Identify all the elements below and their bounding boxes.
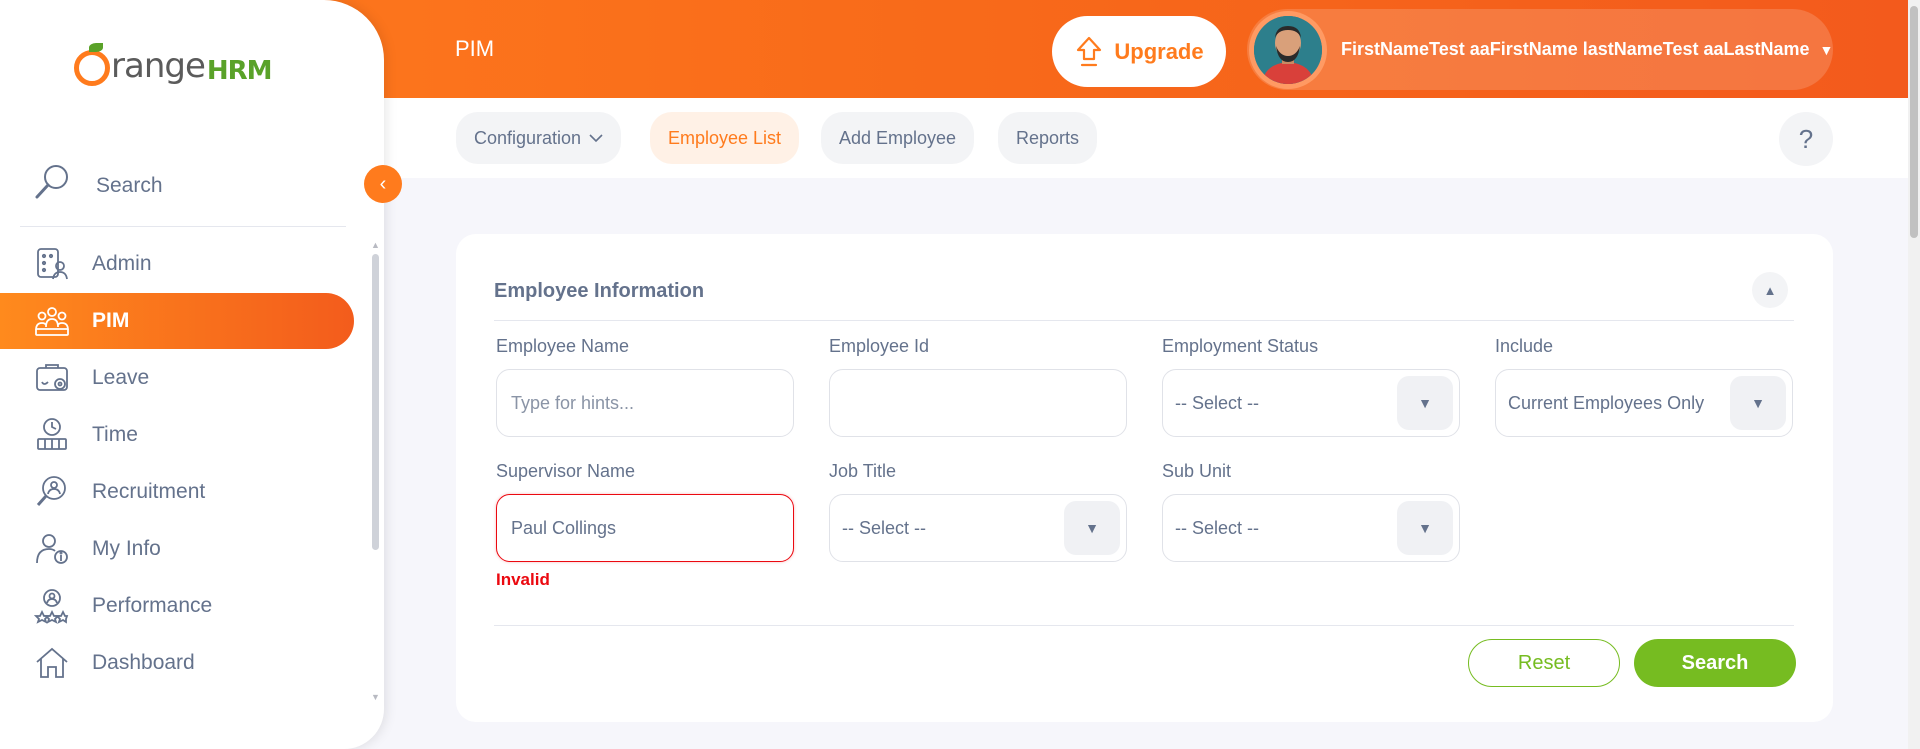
caret-down-icon[interactable]: ▼ — [1730, 376, 1786, 430]
sidebar-item-label: Recruitment — [92, 480, 206, 503]
field-label: Employee Id — [829, 336, 930, 356]
employee-id-field: Employee Id — [829, 336, 1127, 437]
sidebar-menu: Admin PIM Leave Time Recruitment My Info… — [0, 236, 354, 692]
upgrade-button[interactable]: Upgrade — [1052, 16, 1226, 87]
chevron-down-icon — [589, 134, 603, 143]
employment-status-select[interactable]: -- Select -- ▼ — [1162, 369, 1460, 437]
performance-icon — [34, 589, 69, 624]
scroll-up-icon[interactable]: ▲ — [371, 240, 380, 250]
recruitment-icon — [36, 476, 66, 506]
sidebar-collapse-button[interactable]: ‹ — [364, 165, 402, 203]
my-info-icon — [36, 534, 68, 564]
caret-down-icon[interactable]: ▼ — [1397, 376, 1453, 430]
sidebar: range HRM Search Admin PIM Leave Time Re… — [0, 0, 384, 749]
search-button[interactable]: Search — [1634, 639, 1796, 687]
sidebar-item-dashboard[interactable]: Dashboard — [0, 635, 354, 691]
admin-icon — [37, 248, 68, 280]
card-divider — [494, 625, 1794, 626]
supervisor-name-field: Supervisor Name Invalid — [496, 461, 794, 590]
select-value: Current Employees Only — [1508, 392, 1705, 413]
sidebar-item-label: Dashboard — [92, 651, 195, 674]
user-name: FirstNameTest aaFirstName lastNameTest a… — [1341, 39, 1810, 59]
caret-up-icon: ▲ — [1763, 282, 1777, 298]
orangehrm-logo[interactable]: range HRM — [74, 43, 273, 86]
sidebar-item-performance[interactable]: Performance — [0, 578, 354, 634]
field-label: Job Title — [829, 461, 897, 481]
leave-icon — [36, 364, 68, 391]
sidebar-divider — [20, 226, 346, 227]
sidebar-search-label: Search — [96, 174, 163, 197]
employee-id-input[interactable] — [829, 369, 1127, 437]
time-icon — [37, 418, 67, 450]
tab-reports[interactable]: Reports — [998, 112, 1098, 164]
sidebar-item-leave[interactable]: Leave — [0, 350, 354, 406]
sidebar-item-admin[interactable]: Admin — [0, 236, 354, 292]
help-icon: ? — [1798, 123, 1814, 154]
caret-down-icon: ▼ — [1819, 41, 1834, 58]
sub-unit-select[interactable]: -- Select -- ▼ — [1162, 494, 1460, 562]
logo-word: range — [111, 46, 206, 86]
dashboard-icon — [36, 647, 68, 678]
field-label: Employment Status — [1162, 336, 1319, 356]
sidebar-item-recruitment[interactable]: Recruitment — [0, 464, 354, 520]
sidebar-scrollbar[interactable] — [372, 254, 379, 550]
sidebar-search[interactable]: Search — [32, 162, 163, 202]
logo-suffix: HRM — [206, 56, 273, 86]
field-label: Employee Name — [496, 336, 630, 356]
employee-filter-card: Employee Information ▲ Employee Name Emp… — [456, 234, 1833, 722]
orange-logo-icon — [74, 43, 110, 86]
card-divider — [494, 320, 1794, 321]
employee-name-input[interactable] — [496, 369, 794, 437]
scroll-down-icon[interactable]: ▼ — [371, 692, 380, 702]
tab-label: Employee List — [668, 127, 782, 148]
caret-down-icon[interactable]: ▼ — [1064, 501, 1120, 555]
tab-add-employee[interactable]: Add Employee — [821, 112, 975, 164]
card-title: Employee Information — [494, 280, 705, 302]
job-title-field: Job Title -- Select -- ▼ — [829, 461, 1127, 562]
include-select[interactable]: Current Employees Only ▼ — [1495, 369, 1793, 437]
search-icon — [35, 165, 68, 199]
tab-employee-list[interactable]: Employee List — [650, 112, 800, 164]
include-field: Include Current Employees Only ▼ — [1495, 336, 1793, 437]
supervisor-error-message: Invalid — [496, 570, 550, 589]
top-subnav: Configuration Employee List Add Employee… — [384, 98, 1908, 178]
sidebar-item-label: Admin — [92, 252, 152, 275]
supervisor-name-input[interactable] — [496, 494, 794, 562]
select-value: -- Select -- — [1175, 392, 1260, 413]
tab-configuration[interactable]: Configuration — [456, 112, 622, 164]
sidebar-item-pim[interactable]: PIM — [0, 293, 354, 349]
select-value: -- Select -- — [842, 517, 927, 538]
sidebar-item-label: Performance — [92, 594, 213, 617]
reset-button[interactable]: Reset — [1468, 639, 1620, 687]
tab-label: Reports — [1016, 127, 1080, 148]
field-label: Include — [1495, 336, 1554, 356]
sidebar-item-time[interactable]: Time — [0, 407, 354, 463]
tab-label: Configuration — [474, 127, 582, 148]
upgrade-label: Upgrade — [1114, 38, 1204, 64]
pim-icon — [35, 307, 69, 336]
sidebar-item-label: PIM — [92, 309, 130, 332]
sidebar-item-label: Time — [92, 423, 138, 446]
page-scrollbar[interactable] — [1908, 0, 1920, 749]
sidebar-item-label: My Info — [92, 537, 161, 560]
field-label: Supervisor Name — [496, 461, 636, 481]
user-avatar-icon — [1254, 15, 1322, 84]
job-title-select[interactable]: -- Select -- ▼ — [829, 494, 1127, 562]
collapse-filter-button[interactable]: ▲ — [1752, 272, 1788, 308]
employment-status-field: Employment Status -- Select -- ▼ — [1162, 336, 1460, 437]
employee-name-field: Employee Name — [496, 336, 794, 437]
select-value: -- Select -- — [1175, 517, 1260, 538]
avatar — [1249, 10, 1327, 89]
chevron-left-icon: ‹ — [379, 172, 387, 195]
field-label: Sub Unit — [1162, 461, 1232, 481]
upgrade-arrow-icon — [1077, 36, 1102, 66]
sidebar-item-label: Leave — [92, 366, 150, 389]
sidebar-item-my-info[interactable]: My Info — [0, 521, 354, 577]
help-button[interactable]: ? — [1779, 112, 1833, 166]
sub-unit-field: Sub Unit -- Select -- ▼ — [1162, 461, 1460, 562]
module-title: PIM — [455, 36, 495, 61]
caret-down-icon[interactable]: ▼ — [1397, 501, 1453, 555]
user-dropdown[interactable]: FirstNameTest aaFirstName lastNameTest a… — [1247, 9, 1833, 90]
tab-label: Add Employee — [839, 127, 957, 148]
